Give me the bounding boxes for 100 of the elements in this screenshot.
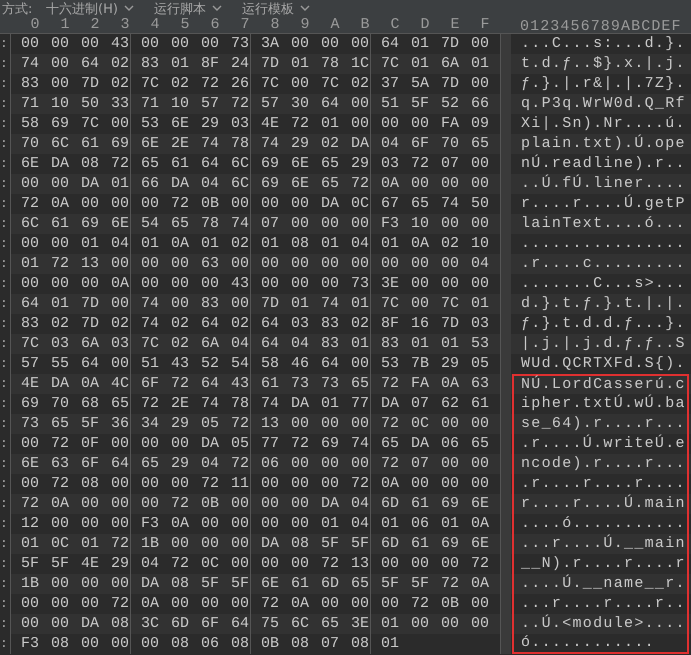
chevron-icon xyxy=(212,5,222,12)
hex-bytes: 3A 00 00 00 xyxy=(261,35,370,53)
hex-bytes: 72 FA 0A 63 xyxy=(381,375,490,393)
column-header: F xyxy=(479,17,490,33)
hex-bytes: 6F 72 64 43 xyxy=(141,375,250,393)
hex-bytes: 00 00 72 11 xyxy=(141,475,250,493)
offset-label: : xyxy=(0,374,10,394)
hex-bytes: 65 DA 06 65 xyxy=(381,435,490,453)
ascii-text: lainText....ó... xyxy=(521,215,686,233)
hex-bytes: 71 10 57 72 xyxy=(141,95,250,113)
splitter-bar[interactable] xyxy=(500,34,511,654)
offset-label: : xyxy=(0,574,10,594)
hex-bytes: 00 72 0B 00 xyxy=(381,595,490,613)
column-header: 7 xyxy=(239,17,250,33)
column-header: 8 xyxy=(269,17,280,33)
offset-label: : xyxy=(0,214,10,234)
hex-bytes: 00 00 00 43 xyxy=(141,275,250,293)
hex-bytes: 00 00 72 13 xyxy=(261,555,370,573)
hex-bytes: 00 00 01 04 xyxy=(21,235,130,253)
ascii-text: ncode).r....r... xyxy=(521,455,686,473)
hex-bytes: 64 04 83 01 xyxy=(261,335,370,353)
ascii-text: .r....Ú.writeÚ.e xyxy=(521,435,686,453)
column-header: 3 xyxy=(119,17,130,33)
hex-bytes: 72 0C 00 00 xyxy=(381,415,490,433)
hex-bytes: 7D 01 78 1C xyxy=(261,55,370,73)
hex-bytes: 01 06 01 0A xyxy=(381,515,490,533)
offset-label: : xyxy=(0,134,10,154)
hex-bytes: 0A 00 00 00 xyxy=(381,175,490,193)
ascii-text: r....r....Ú.main xyxy=(521,495,686,513)
hex-bytes: 64 01 7D 00 xyxy=(21,295,130,313)
hex-bytes: 54 65 78 74 xyxy=(141,215,250,233)
hex-bytes: 6E 2E 74 78 xyxy=(141,135,250,153)
hex-bytes: 00 72 0B 00 xyxy=(141,495,250,513)
hex-bytes: 34 29 05 72 xyxy=(141,415,250,433)
hex-bytes: 64 01 7D 00 xyxy=(381,35,490,53)
hex-bytes: 65 61 64 6C xyxy=(141,155,250,173)
ascii-text: ipher.txtÚ.wÚ.ba xyxy=(521,395,686,413)
hex-bytes: 69 6E 65 72 xyxy=(261,175,370,193)
hex-bytes: 0A 00 00 00 xyxy=(141,595,250,613)
offset-label: : xyxy=(0,254,10,274)
hex-bytes: 37 5A 7D 00 xyxy=(381,75,490,93)
hex-bytes: 57 30 64 00 xyxy=(261,95,370,113)
hex-bytes: 5F 5F 4E 29 xyxy=(21,555,130,573)
hex-bytes: DA 08 5F 5F xyxy=(141,575,250,593)
hex-bytes: 00 00 00 73 xyxy=(261,275,370,293)
hex-bytes: 01 00 00 00 xyxy=(381,615,490,633)
ascii-text: plain.txt).Ú.ope xyxy=(521,135,686,153)
hex-bytes: 00 00 DA 08 xyxy=(21,615,130,633)
ascii-text: ...r....r....r.. xyxy=(521,595,686,613)
offset-label: : xyxy=(0,494,10,514)
offset-label: : xyxy=(0,94,10,114)
offset-label: : xyxy=(0,414,10,434)
offset-label: : xyxy=(0,174,10,194)
ascii-text: ................ xyxy=(521,235,686,253)
hex-bytes: 6E 63 6F 64 xyxy=(21,455,130,473)
hex-bytes: 58 69 7C 00 xyxy=(21,115,130,133)
dropdown[interactable]: 十六进制(H) xyxy=(46,0,134,18)
hex-bytes: 6D 61 69 6E xyxy=(381,495,490,513)
hex-bytes: 7C 00 7C 02 xyxy=(261,75,370,93)
column-header: 0 xyxy=(29,17,40,33)
hex-bytes: 83 00 7D 02 xyxy=(21,75,130,93)
hex-bytes: 01 xyxy=(381,635,400,653)
offset-label: : xyxy=(0,614,10,634)
column-header: B xyxy=(359,17,370,33)
hex-bytes: 73 65 5F 36 xyxy=(21,415,130,433)
hex-bytes: 6E 61 6D 65 xyxy=(261,575,370,593)
hex-bytes: 4E 72 01 00 xyxy=(261,115,370,133)
ascii-text: t.d.ƒ..$}.x.|.j. xyxy=(521,55,686,73)
ascii-text: ...r....Ú.__main xyxy=(521,535,686,553)
hex-bytes: DA 07 62 61 xyxy=(381,395,490,413)
hex-bytes: 12 00 00 00 xyxy=(21,515,130,533)
ascii-text: __N).r....r....r xyxy=(521,555,686,573)
hex-bytes: 74 DA 01 77 xyxy=(261,395,370,413)
hex-bytes: 51 43 52 54 xyxy=(141,355,250,373)
ascii-text: ó............ xyxy=(521,634,655,652)
hex-bytes: 3C 6D 6F 64 xyxy=(141,615,250,633)
hex-bytes: 00 00 00 43 xyxy=(21,35,130,53)
ascii-text: ...C...s:...d.}. xyxy=(521,35,686,53)
hex-bytes: F3 0A 00 00 xyxy=(141,515,250,533)
dropdown[interactable]: 运行脚本 xyxy=(154,0,222,18)
column-header: 5 xyxy=(179,17,190,33)
hex-bytes: 03 72 07 00 xyxy=(381,155,490,173)
hex-bytes: 7D 01 74 01 xyxy=(261,295,370,313)
mode-label: 方式: xyxy=(2,0,34,18)
hex-bytes: 00 00 00 0A xyxy=(21,275,130,293)
column-header: 2 xyxy=(89,17,100,33)
hex-bytes: 00 00 DA 0C xyxy=(261,195,370,213)
hex-bytes: 6E DA 08 72 xyxy=(21,155,130,173)
hex-bytes: 00 00 00 72 xyxy=(261,475,370,493)
ascii-text: NÚ.LordCasserú.c xyxy=(521,376,686,394)
dropdown[interactable]: 运行模板 xyxy=(242,0,310,18)
ascii-text: .r....c......... xyxy=(521,255,686,273)
hex-bytes: 70 6C 61 69 xyxy=(21,135,130,153)
ascii-text: ..Ú.fÚ.liner.... xyxy=(521,175,686,193)
ascii-text: r....r....Ú.getP xyxy=(521,195,686,213)
hex-bytes: 00 00 00 72 xyxy=(21,595,130,613)
hex-bytes: F3 10 00 00 xyxy=(381,215,490,233)
hex-bytes: 53 6E 29 03 xyxy=(141,115,250,133)
offset-label: : xyxy=(0,534,10,554)
hex-bytes: 04 72 0C 00 xyxy=(141,555,250,573)
